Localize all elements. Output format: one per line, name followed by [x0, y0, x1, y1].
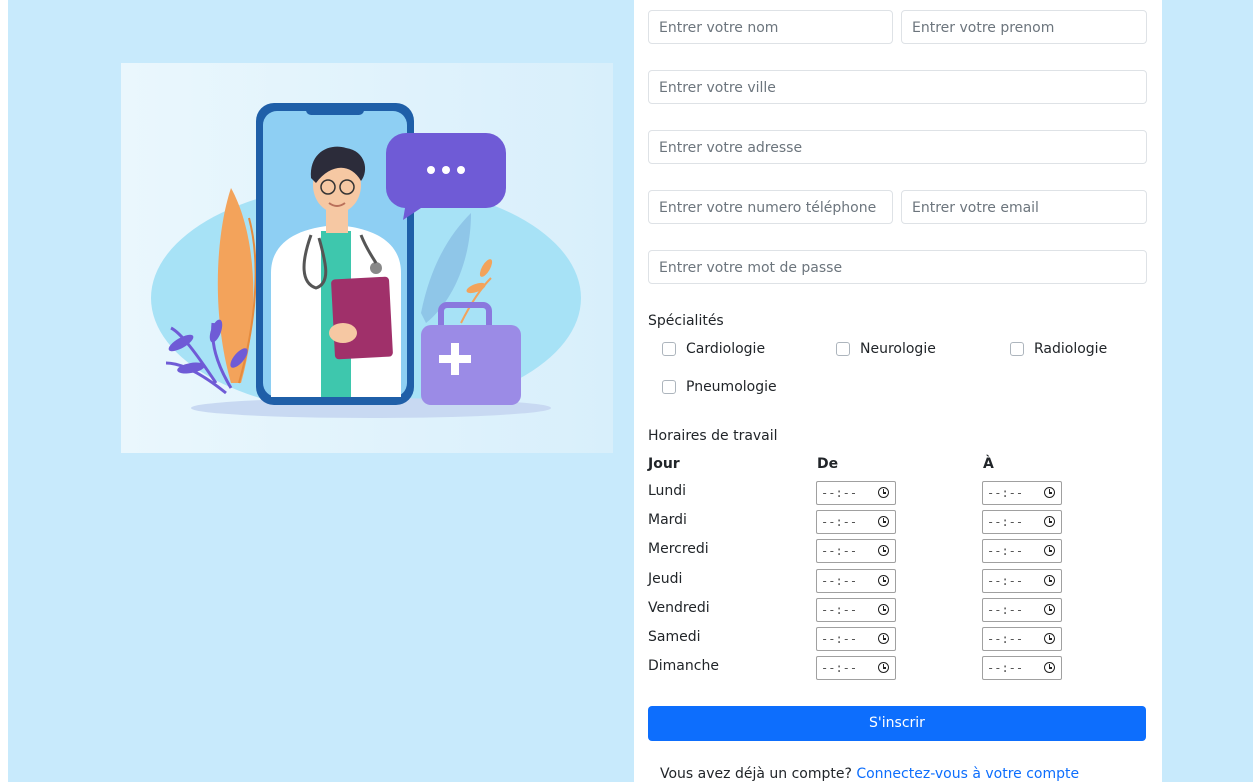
horaires-title: Horaires de travail: [648, 428, 778, 444]
time-to-input[interactable]: --:--: [982, 656, 1062, 680]
time-from-input[interactable]: --:--: [816, 481, 896, 505]
doctor-phone-illustration: [151, 103, 581, 418]
time-value: --:--: [821, 544, 858, 558]
prenom-input[interactable]: Entrer votre prenom: [901, 10, 1147, 44]
day-label: Mercredi: [648, 541, 709, 557]
checkbox[interactable]: [662, 342, 676, 356]
time-value: --:--: [987, 632, 1024, 646]
clock-icon[interactable]: [878, 545, 889, 556]
time-value: --:--: [821, 486, 858, 500]
day-label: Lundi: [648, 483, 687, 499]
login-prompt-text: Vous avez déjà un compte?: [660, 766, 852, 782]
day-label: Mardi: [648, 512, 687, 528]
time-value: --:--: [987, 574, 1024, 588]
clock-icon[interactable]: [1044, 662, 1055, 673]
time-value: --:--: [987, 486, 1024, 500]
specialite-cardiologie[interactable]: Cardiologie: [662, 341, 765, 357]
login-link[interactable]: Connectez-vous à votre compte: [856, 766, 1079, 782]
time-to-input[interactable]: --:--: [982, 539, 1062, 563]
checkbox-label: Radiologie: [1034, 341, 1108, 357]
checkbox-label: Neurologie: [860, 341, 936, 357]
left-edge: [0, 0, 8, 782]
time-from-input[interactable]: --:--: [816, 598, 896, 622]
clock-icon[interactable]: [1044, 575, 1055, 586]
time-value: --:--: [987, 515, 1024, 529]
time-to-input[interactable]: --:--: [982, 569, 1062, 593]
time-to-input[interactable]: --:--: [982, 627, 1062, 651]
nom-input[interactable]: Entrer votre nom: [648, 10, 893, 44]
doctor-illustration: [121, 63, 613, 453]
clock-icon[interactable]: [878, 604, 889, 615]
time-value: --:--: [987, 603, 1024, 617]
adresse-input[interactable]: Entrer votre adresse: [648, 130, 1147, 164]
specialite-neurologie[interactable]: Neurologie: [836, 341, 936, 357]
specialite-radiologie[interactable]: Radiologie: [1010, 341, 1107, 357]
submit-button[interactable]: S'inscrir: [648, 706, 1146, 741]
clock-icon[interactable]: [1044, 604, 1055, 615]
day-label: Dimanche: [648, 658, 719, 674]
time-from-input[interactable]: --:--: [816, 569, 896, 593]
clock-icon[interactable]: [878, 516, 889, 527]
checkbox-label: Cardiologie: [686, 341, 766, 357]
day-label: Jeudi: [648, 571, 683, 587]
time-from-input[interactable]: --:--: [816, 627, 896, 651]
col-jour-header: Jour: [648, 456, 680, 472]
ville-input[interactable]: Entrer votre ville: [648, 70, 1147, 104]
time-value: --:--: [987, 661, 1024, 675]
time-value: --:--: [821, 515, 858, 529]
clock-icon[interactable]: [1044, 633, 1055, 644]
time-from-input[interactable]: --:--: [816, 539, 896, 563]
time-value: --:--: [821, 632, 858, 646]
checkbox-label: Pneumologie: [686, 379, 777, 395]
time-to-input[interactable]: --:--: [982, 510, 1062, 534]
time-value: --:--: [821, 603, 858, 617]
time-from-input[interactable]: --:--: [816, 510, 896, 534]
time-value: --:--: [821, 574, 858, 588]
password-input[interactable]: Entrer votre mot de passe: [648, 250, 1147, 284]
checkbox[interactable]: [662, 380, 676, 394]
time-value: --:--: [987, 544, 1024, 558]
telephone-input[interactable]: Entrer votre numero téléphone: [648, 190, 893, 224]
col-a-header: À: [983, 456, 994, 472]
day-label: Vendredi: [648, 600, 710, 616]
checkbox[interactable]: [836, 342, 850, 356]
clock-icon[interactable]: [878, 633, 889, 644]
clock-icon[interactable]: [878, 575, 889, 586]
clock-icon[interactable]: [1044, 516, 1055, 527]
time-to-input[interactable]: --:--: [982, 481, 1062, 505]
login-prompt: Vous avez déjà un compte? Connectez-vous…: [660, 766, 1079, 782]
specialites-title: Spécialités: [648, 313, 724, 329]
time-from-input[interactable]: --:--: [816, 656, 896, 680]
clock-icon[interactable]: [1044, 487, 1055, 498]
time-to-input[interactable]: --:--: [982, 598, 1062, 622]
specialite-pneumologie[interactable]: Pneumologie: [662, 379, 777, 395]
clock-icon[interactable]: [1044, 545, 1055, 556]
day-label: Samedi: [648, 629, 701, 645]
clock-icon[interactable]: [878, 662, 889, 673]
col-de-header: De: [817, 456, 839, 472]
email-input[interactable]: Entrer votre email: [901, 190, 1147, 224]
clock-icon[interactable]: [878, 487, 889, 498]
checkbox[interactable]: [1010, 342, 1024, 356]
time-value: --:--: [821, 661, 858, 675]
